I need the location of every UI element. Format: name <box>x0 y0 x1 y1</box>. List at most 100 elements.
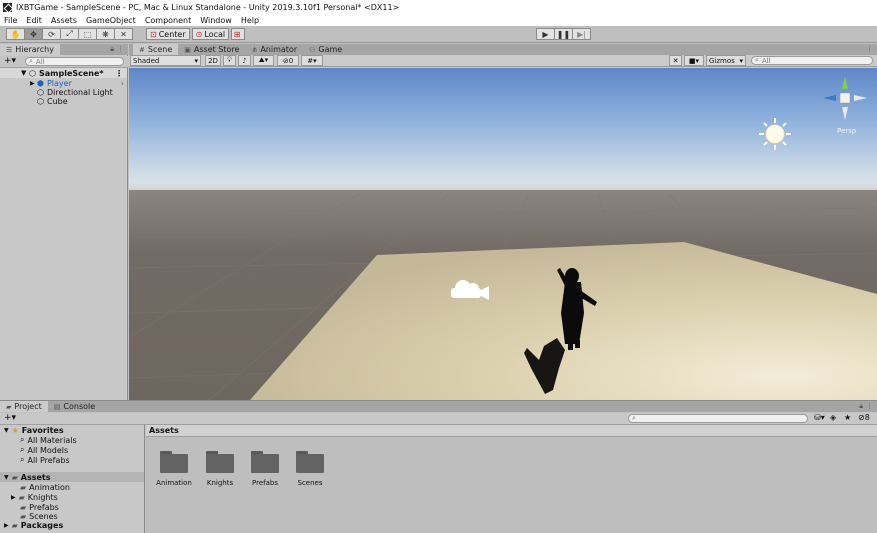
collapse-arrow-icon[interactable]: ▶ <box>30 80 35 87</box>
folder-prefabs[interactable]: Prefabs <box>245 451 285 487</box>
pivot-local-button[interactable]: ⊙ Local <box>191 28 230 40</box>
project-assets-view: Assets Animation Knights Prefabs Scenes <box>146 425 877 533</box>
menu-component[interactable]: Component <box>145 16 191 25</box>
custom-tool-icon[interactable]: ✕ <box>114 28 133 40</box>
menu-help[interactable]: Help <box>241 16 259 25</box>
camera-dropdown-icon[interactable]: ■▾ <box>684 55 704 66</box>
add-icon[interactable]: +▾ <box>4 413 16 423</box>
assets-root[interactable]: ▼ ▰ Assets <box>0 472 144 482</box>
menu-gameobject[interactable]: GameObject <box>86 16 136 25</box>
scene-search-input[interactable]: ⌕ All <box>751 56 873 65</box>
transform-tool-icon[interactable]: ❋ <box>96 28 115 40</box>
tab-hierarchy-label: Hierarchy <box>15 45 54 54</box>
packages-root[interactable]: ▶ ▰ Packages <box>4 520 63 530</box>
console-icon: ▤ <box>53 402 61 411</box>
menu-assets[interactable]: Assets <box>51 16 77 25</box>
tab-project[interactable]: ▰ Project <box>0 401 48 412</box>
folder-knights[interactable]: Knights <box>200 451 240 487</box>
folder-scenes[interactable]: Scenes <box>290 451 330 487</box>
add-icon[interactable]: +▾ <box>4 56 16 66</box>
hierarchy-search-placeholder: All <box>35 57 45 66</box>
tab-hierarchy[interactable]: ☰ Hierarchy <box>0 44 60 55</box>
scene-toolbar: Shaded ▾ 2D 💡︎ ♪ ⛰▾ ⊘ 0 #▾ ✕ ■▾ Gizmos ▾ ⌕ A… <box>129 55 877 67</box>
tab-scene[interactable]: # Scene <box>133 44 179 55</box>
tab-game[interactable]: ⚇ Game <box>303 44 348 55</box>
packages-root-label: Packages <box>20 520 64 530</box>
favorites-section[interactable]: ▼ ★ Favorites <box>4 425 64 435</box>
lighting-toggle-icon[interactable]: 💡︎ <box>223 55 236 66</box>
scene-menu-icon[interactable]: ⋮ <box>115 69 123 78</box>
star-icon: ★ <box>11 425 19 435</box>
project-panel: ▰ Project ▤ Console 🔒︎ ⋮ +▾ ⌕ ⛁▾ ◈ ★ ⊘8 ▼ ★… <box>0 400 877 533</box>
menu-window[interactable]: Window <box>200 16 232 25</box>
hierarchy-panel: ☰ Hierarchy 🔒︎ ⋮ +▾ ⌕ All ▼ ⬡ SampleScene*… <box>0 44 128 400</box>
move-tool-icon[interactable]: ✥ <box>24 28 43 40</box>
pause-icon[interactable]: ❚❚ <box>554 28 573 40</box>
tab-game-label: Game <box>318 45 343 54</box>
menu-bar: File Edit Assets GameObject Component Wi… <box>0 14 877 26</box>
hand-tool-icon[interactable]: ✋ <box>6 28 25 40</box>
unity-logo-icon <box>3 2 12 12</box>
project-search-input[interactable]: ⌕ <box>628 414 808 423</box>
step-icon[interactable]: ▶| <box>572 28 591 40</box>
favorite-all-prefabs[interactable]: ⌕ All Prefabs <box>20 455 70 465</box>
shading-mode-dropdown[interactable]: Shaded ▾ <box>130 55 201 66</box>
hierarchy-search-input[interactable]: ⌕ All <box>25 57 124 66</box>
tab-animator[interactable]: ⋔ Animator <box>245 44 303 55</box>
tab-console[interactable]: ▤ Console <box>48 401 101 412</box>
chevron-down-icon: ▾ <box>194 56 198 65</box>
lock-icon[interactable]: 🔒︎ <box>110 45 114 54</box>
effects-dropdown-icon[interactable]: ⛰▾ <box>253 55 274 66</box>
transform-tools: ✋ ✥ ⟳ ⤢ ⬚ ❋ ✕ <box>6 28 133 40</box>
favorites-label: Favorites <box>21 425 64 435</box>
tab-asset-store[interactable]: ▣ Asset Store <box>178 44 245 55</box>
eye-off-icon: ⊘ <box>858 413 865 422</box>
audio-toggle-icon[interactable]: ♪ <box>238 55 251 66</box>
collapse-arrow-icon: ▶ <box>11 493 16 501</box>
folder-icon: ▰ <box>6 402 12 411</box>
rotate-tool-icon[interactable]: ⟳ <box>42 28 61 40</box>
scene-panel: # Scene ▣ Asset Store ⋔ Animator ⚇ Game ⋮ Sh… <box>129 44 877 400</box>
mode-2d-toggle[interactable]: 2D <box>205 55 221 66</box>
persp-label[interactable]: Persp <box>837 127 856 135</box>
menu-file[interactable]: File <box>4 16 17 25</box>
assets-breadcrumb[interactable]: Assets <box>146 425 877 437</box>
expand-arrow-icon[interactable]: ▼ <box>21 69 26 77</box>
favorite-all-materials[interactable]: ⌕ All Materials <box>20 435 77 445</box>
lock-icon[interactable]: 🔒︎ <box>859 402 863 411</box>
more-icon[interactable]: ⋮ <box>117 45 124 53</box>
label-icon[interactable]: ◈ <box>830 413 836 422</box>
scale-tool-icon[interactable]: ⤢ <box>60 28 79 40</box>
more-icon[interactable]: ⋮ <box>866 402 873 410</box>
folder-knights-label: Knights <box>206 479 234 487</box>
hidden-objects-toggle[interactable]: ⊘ 0 <box>277 55 299 66</box>
menu-edit[interactable]: Edit <box>26 16 42 25</box>
favorite-all-models[interactable]: ⌕ All Models <box>20 445 68 455</box>
tree-folder-knights[interactable]: ▶ ▰ Knights <box>11 492 58 502</box>
gizmos-dropdown[interactable]: Gizmos ▾ <box>706 55 746 66</box>
scene-root[interactable]: ▼ ⬡ SampleScene* ⋮ <box>0 68 127 78</box>
search-icon: ⌕ <box>29 57 33 65</box>
folder-icon <box>206 451 234 473</box>
tree-folder-animation[interactable]: ▰ Animation <box>20 482 70 492</box>
pivot-center-button[interactable]: ⊡ Center <box>146 28 190 40</box>
hidden-packages-toggle[interactable]: ⊘8 <box>858 413 870 422</box>
tab-asset-store-label: Asset Store <box>193 45 240 54</box>
filter-type-icon[interactable]: ⛁▾ <box>814 413 825 422</box>
rect-tool-icon[interactable]: ⬚ <box>78 28 97 40</box>
scene-render[interactable] <box>129 68 877 400</box>
search-icon: ⌕ <box>20 445 25 454</box>
folder-animation[interactable]: Animation <box>154 451 194 487</box>
more-icon[interactable]: ⋮ <box>866 45 873 53</box>
hierarchy-item-cube[interactable]: ⬡ Cube <box>0 96 127 106</box>
snap-button[interactable]: ⊞ <box>231 28 246 40</box>
favorite-all-prefabs-label: All Prefabs <box>27 455 70 465</box>
play-icon[interactable]: ▶ <box>536 28 555 40</box>
grid-dropdown-icon[interactable]: #▾ <box>301 55 323 66</box>
tab-project-label: Project <box>14 402 42 411</box>
scene-viewport[interactable]: Persp <box>129 68 877 400</box>
local-icon: ⊙ <box>195 29 203 39</box>
hierarchy-toolbar: +▾ ⌕ All <box>0 56 128 68</box>
tools-icon[interactable]: ✕ <box>669 55 682 66</box>
favorite-star-icon[interactable]: ★ <box>844 413 851 422</box>
